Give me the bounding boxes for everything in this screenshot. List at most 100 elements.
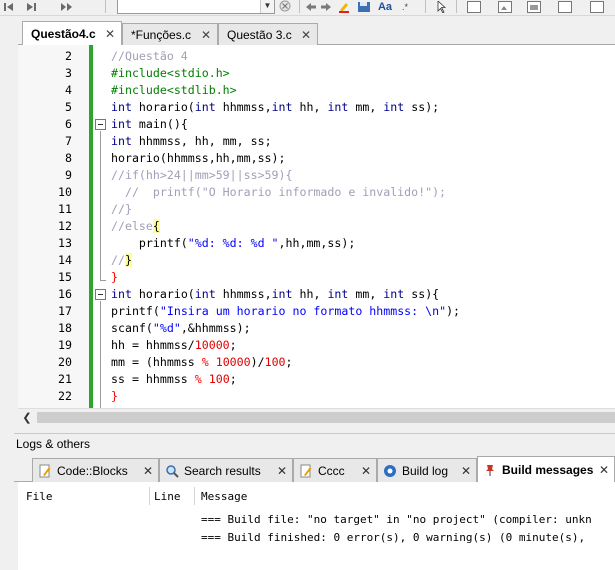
pencil-doc-icon (299, 464, 313, 478)
column-divider[interactable] (149, 487, 150, 505)
tab-questao4[interactable]: Questão4.c ✕ (22, 21, 122, 45)
highlight-icon[interactable] (337, 0, 351, 14)
scrollbar-thumb[interactable] (37, 412, 615, 423)
code-line: //} (94, 201, 615, 218)
code-editor[interactable]: 2 3 4 5 6 7 8 9 10 11 12 13 14 15 16 17 … (18, 45, 615, 408)
close-icon[interactable]: ✕ (301, 28, 311, 42)
line-number: 18 (58, 321, 72, 335)
forward-arrow-icon[interactable] (25, 0, 37, 14)
line-number-gutter: 2 3 4 5 6 7 8 9 10 11 12 13 14 15 16 17 … (18, 45, 94, 408)
code-line: int horario(int hhmmss,int hh, int mm, i… (94, 286, 615, 303)
line-number: 16 (58, 287, 72, 301)
search-combo[interactable]: ▼ (117, 0, 275, 14)
line-number: 2 (65, 49, 72, 63)
code-line: } (94, 269, 615, 286)
line-number: 9 (65, 168, 72, 182)
layout-icon[interactable] (557, 0, 573, 14)
code-text: printf("Insira um horario no formato hhm… (111, 304, 461, 318)
tab-build-log[interactable]: Build log ✕ (377, 458, 477, 482)
close-icon[interactable]: ✕ (361, 464, 371, 478)
toolbar: ▼ Aa .* (0, 0, 615, 16)
line-number: 6 (65, 117, 72, 131)
column-header-line[interactable]: Line (154, 490, 181, 503)
code-line: hh = hhmmss/10000; (94, 337, 615, 354)
tab-search-results[interactable]: Search results ✕ (159, 458, 293, 482)
expand-icon[interactable] (589, 0, 605, 14)
close-icon[interactable]: ✕ (143, 464, 153, 478)
line-number: 14 (58, 253, 72, 267)
code-text: //} (111, 202, 132, 216)
tab-questao3[interactable]: Questão 3.c ✕ (218, 23, 318, 45)
tab-build-messages[interactable]: Build messages ✕ (477, 456, 615, 482)
code-line: #include<stdlib.h> (94, 82, 615, 99)
nav-back-icon[interactable] (305, 0, 317, 14)
code-text: //} (111, 253, 132, 267)
pin-icon (483, 463, 497, 477)
code-line: mm = (hhmmss % 10000)/100; (94, 354, 615, 371)
code-line: //if(hh>24||mm>59||ss>59){ (94, 167, 615, 184)
code-text: mm = (hhmmss % 10000)/100; (111, 355, 293, 369)
nav-forward-icon[interactable] (320, 0, 332, 14)
code-line: } (94, 388, 615, 405)
close-icon[interactable]: ✕ (461, 464, 471, 478)
close-icon[interactable]: ✕ (277, 464, 287, 478)
line-number: 4 (65, 83, 72, 97)
close-icon[interactable]: ✕ (105, 27, 115, 41)
line-number: 17 (58, 304, 72, 318)
editor-tab-bar: Questão4.c ✕ *Funções.c ✕ Questão 3.c ✕ (18, 20, 615, 45)
code-text: int main(){ (111, 117, 188, 131)
tab-label: Cccc (318, 463, 345, 478)
horizontal-scrollbar[interactable]: ❮ (18, 408, 615, 425)
column-divider[interactable] (194, 487, 195, 505)
tab-label: Code::Blocks (57, 463, 128, 478)
code-text: #include<stdlib.h> (111, 83, 237, 97)
tab-cccc[interactable]: Cccc ✕ (293, 458, 377, 482)
build-messages-list[interactable]: File Line Message === Build file: "no ta… (18, 482, 615, 570)
image-icon[interactable] (497, 0, 513, 14)
code-text: } (111, 270, 118, 284)
back-arrow-icon[interactable] (3, 0, 15, 14)
tab-funcoes[interactable]: *Funções.c ✕ (122, 23, 218, 45)
line-number: 22 (58, 389, 72, 403)
logs-tab-bar: Code::Blocks ✕ Search results ✕ Cccc ✕ B… (14, 456, 615, 482)
code-line: int horario(int hhmmss,int hh, int mm, i… (94, 99, 615, 116)
code-line: ss = hhmmss % 100; (94, 371, 615, 388)
close-icon[interactable]: ✕ (599, 463, 609, 477)
abbr-icon[interactable]: Aa (377, 0, 393, 14)
chevron-down-icon[interactable]: ▼ (260, 0, 274, 13)
line-number: 7 (65, 134, 72, 148)
column-header-message[interactable]: Message (201, 490, 247, 503)
code-line: //else{ (94, 218, 615, 235)
code-line: horario(hhmmss,hh,mm,ss); (94, 150, 615, 167)
svg-text:.*: .* (402, 2, 409, 12)
line-number: 19 (58, 338, 72, 352)
code-line: // printf("O Horario informado e invalid… (94, 184, 615, 201)
clear-icon[interactable] (278, 0, 292, 14)
line-number: 12 (58, 219, 72, 233)
jump-icon[interactable] (60, 0, 74, 14)
list-item[interactable]: === Build file: "no target" in "no proje… (201, 513, 592, 526)
code-line: #include<stdio.h> (94, 65, 615, 82)
save-icon[interactable] (357, 0, 371, 14)
code-text: printf("%d: %d: %d ",hh,mm,ss); (111, 236, 356, 250)
chevron-left-icon[interactable]: ❮ (20, 410, 34, 424)
change-bar (89, 45, 93, 408)
code-text: horario(hhmmss,hh,mm,ss); (111, 151, 286, 165)
code-line: printf("Insira um horario no formato hhm… (94, 303, 615, 320)
code-text: // printf("O Horario informado e invalid… (111, 185, 447, 199)
panel-icon[interactable] (526, 0, 542, 14)
column-header-file[interactable]: File (26, 490, 53, 503)
code-text: int horario(int hhmmss,int hh, int mm, i… (111, 287, 440, 301)
close-icon[interactable]: ✕ (201, 28, 211, 42)
line-number: 10 (58, 185, 72, 199)
magnifier-icon (165, 464, 179, 478)
tab-codeblocks[interactable]: Code::Blocks ✕ (32, 458, 159, 482)
pointer-icon[interactable] (435, 0, 447, 14)
find-icon[interactable]: .* (401, 0, 413, 14)
window-icon[interactable] (466, 0, 482, 14)
code-text: int hhmmss, hh, mm, ss; (111, 134, 272, 148)
list-item[interactable]: === Build finished: 0 error(s), 0 warnin… (201, 531, 585, 544)
code-text: //if(hh>24||mm>59||ss>59){ (111, 168, 293, 182)
line-number: 5 (65, 100, 72, 114)
code-area[interactable]: //Questão 4 #include<stdio.h> #include<s… (94, 45, 615, 408)
